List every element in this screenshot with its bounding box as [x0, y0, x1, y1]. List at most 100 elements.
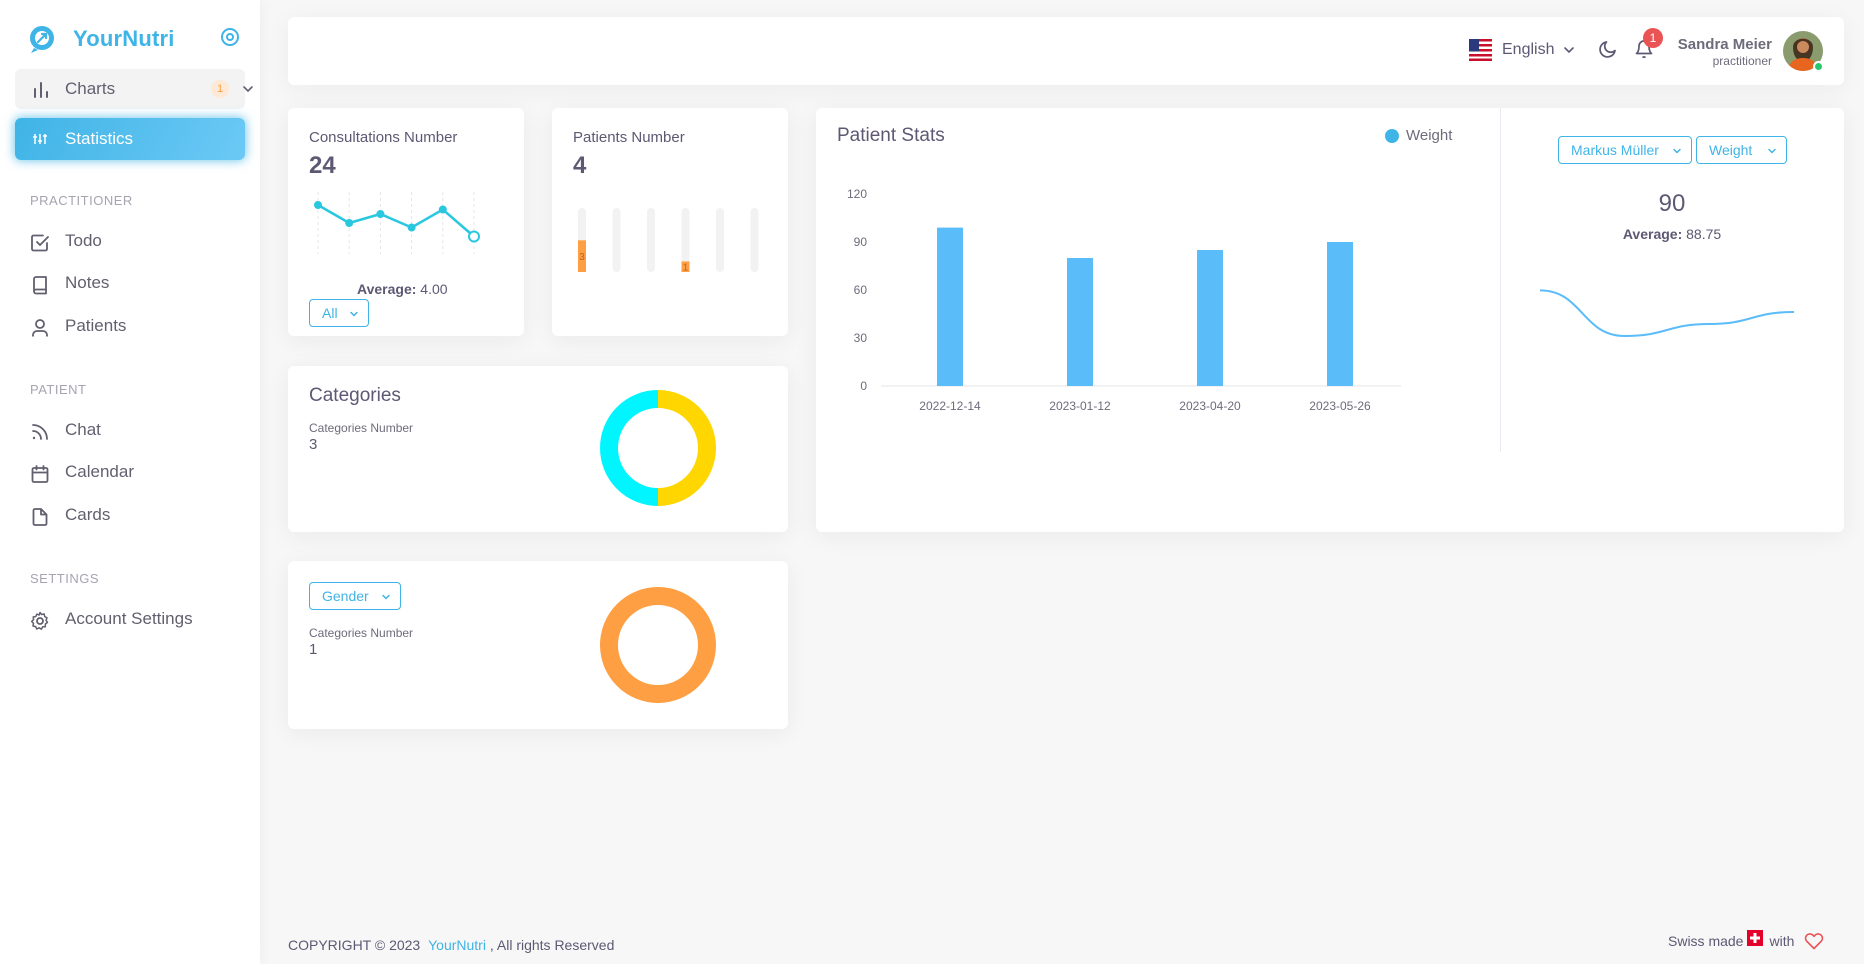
consultations-filter-dropdown[interactable]: All — [309, 299, 369, 327]
sidebar-item-todo[interactable]: Todo — [15, 224, 245, 260]
y-tick-label: 60 — [854, 283, 868, 297]
weight-bar-chart: 0 30 60 90 120 2022-12-14 2023-01-12 2023-04-20… — [847, 187, 1401, 413]
gear-icon — [30, 611, 49, 630]
weight-bar — [1197, 250, 1223, 386]
metric-select-dropdown[interactable]: Weight — [1696, 136, 1787, 164]
with-text: with — [1769, 933, 1795, 949]
average-label: Average: — [357, 281, 417, 297]
categories-number-value: 3 — [309, 436, 318, 453]
trend-line — [1539, 289, 1795, 338]
footer-brand-link[interactable]: YourNutri — [428, 937, 486, 953]
weight-bar — [1067, 258, 1093, 386]
average-label: Average: — [1622, 226, 1683, 242]
x-tick-label: 2023-01-12 — [1049, 399, 1111, 413]
sidebar-item-label: Statistics — [65, 129, 134, 148]
spark-line — [317, 203, 475, 238]
sliders-icon — [33, 134, 47, 144]
sidebar-item-chat[interactable]: Chat — [15, 413, 245, 449]
patient-select-dropdown[interactable]: Markus Müller — [1558, 136, 1692, 164]
gender-number-label: Categories Number — [309, 626, 414, 640]
sidebar-item-label: Cards — [65, 505, 111, 524]
chevron-down-icon — [382, 594, 390, 600]
sidebar-item-statistics[interactable]: Statistics — [15, 118, 245, 160]
legend-label: Weight — [1406, 127, 1453, 144]
mini-bar-track — [716, 208, 724, 272]
weight-bar — [937, 227, 963, 386]
divider — [1500, 108, 1501, 452]
section-header-practitioner: PRACTITIONER — [30, 193, 133, 208]
chevron-down-icon — [350, 311, 358, 317]
current-weight-value: 90 — [1658, 190, 1686, 217]
moon-icon[interactable] — [1598, 39, 1618, 59]
footer-made-with: Swiss made with — [1668, 930, 1824, 950]
patient-stats-card: Patient Stats Weight 0 30 60 90 120 2022-12-1… — [816, 108, 1844, 532]
sidebar-item-label: Account Settings — [65, 609, 193, 628]
chevron-down-icon — [1768, 148, 1776, 154]
mini-bar-track — [750, 208, 759, 272]
rss-icon — [32, 424, 48, 440]
sidebar-item-cards[interactable]: Cards — [15, 498, 245, 534]
swiss-flag-icon — [1747, 930, 1764, 946]
y-tick-label: 0 — [860, 379, 867, 393]
chart-legend: Weight — [1385, 127, 1452, 144]
weight-bar — [1327, 242, 1353, 386]
patients-mini-bars: 31 — [578, 208, 759, 274]
gender-card: Gender Categories Number 1 — [288, 561, 788, 729]
donut-slice — [600, 587, 716, 703]
categories-donut — [600, 390, 716, 506]
sidebar-item-account-settings[interactable]: Account Settings — [15, 602, 245, 638]
consultations-average: Average: 4.00 — [357, 281, 448, 297]
patients-card: Patients Number 4 31 — [552, 108, 788, 336]
sidebar-item-patients[interactable]: Patients — [15, 309, 245, 345]
consultations-sparkline — [314, 192, 480, 254]
x-tick-label: 2023-05-26 — [1309, 399, 1371, 413]
y-tick-label: 120 — [847, 187, 867, 201]
heart-icon — [1805, 933, 1824, 950]
spark-point — [468, 230, 480, 243]
language-selector[interactable]: English — [1469, 39, 1576, 61]
sidebar-item-label: Patients — [65, 316, 127, 335]
chevron-down-icon — [1564, 47, 1575, 54]
language-label: English — [1502, 41, 1555, 58]
notification-badge: 1 — [1643, 28, 1663, 48]
weight-average: Average: 88.75 — [1500, 226, 1844, 242]
chevron-down-icon — [243, 86, 253, 93]
patient-select-value: Markus Müller — [1571, 142, 1659, 158]
average-value: 88.75 — [1686, 226, 1722, 242]
donut-slice — [657, 390, 716, 506]
chevron-down-icon — [1673, 148, 1681, 154]
online-status-dot — [1813, 61, 1824, 72]
x-tick-label: 2023-04-20 — [1179, 399, 1241, 413]
mini-bar-label: 1 — [683, 263, 689, 274]
gender-filter-dropdown[interactable]: Gender — [309, 582, 401, 610]
y-tick-label: 30 — [854, 331, 868, 345]
sidebar-item-notes[interactable]: Notes — [15, 266, 245, 302]
sidebar-item-charts[interactable]: Charts 1 — [15, 69, 253, 109]
filter-value: All — [322, 305, 338, 321]
consultations-card: Consultations Number 24 Average: 4.00 Al… — [288, 108, 524, 336]
gender-donut — [600, 587, 716, 703]
weight-trend-line — [1539, 289, 1795, 338]
filter-value: Gender — [322, 588, 369, 604]
sidebar-item-calendar[interactable]: Calendar — [15, 455, 245, 491]
collapse-toggle-icon[interactable] — [220, 27, 240, 47]
sidebar-item-label: Notes — [65, 273, 110, 292]
metric-select-value: Weight — [1709, 142, 1753, 158]
gender-number-value: 1 — [309, 641, 318, 658]
brand[interactable]: YourNutri — [28, 24, 175, 54]
sidebar-item-label: Todo — [65, 231, 102, 250]
spark-point — [407, 223, 416, 232]
spark-point — [438, 205, 447, 214]
consultations-title: Consultations Number — [309, 129, 458, 146]
spark-point — [314, 201, 322, 209]
brand-name: YourNutri — [73, 26, 175, 51]
book-icon — [33, 276, 47, 295]
mini-bar-track — [647, 208, 655, 272]
bar-chart-icon — [34, 82, 48, 98]
charts-badge: 1 — [211, 80, 229, 98]
user-icon — [32, 319, 48, 337]
average-value: 4.00 — [420, 281, 448, 297]
swiss-made-text: Swiss made — [1668, 933, 1744, 949]
rights-text: , All rights Reserved — [489, 937, 615, 953]
mini-bar-label: 3 — [579, 252, 585, 263]
